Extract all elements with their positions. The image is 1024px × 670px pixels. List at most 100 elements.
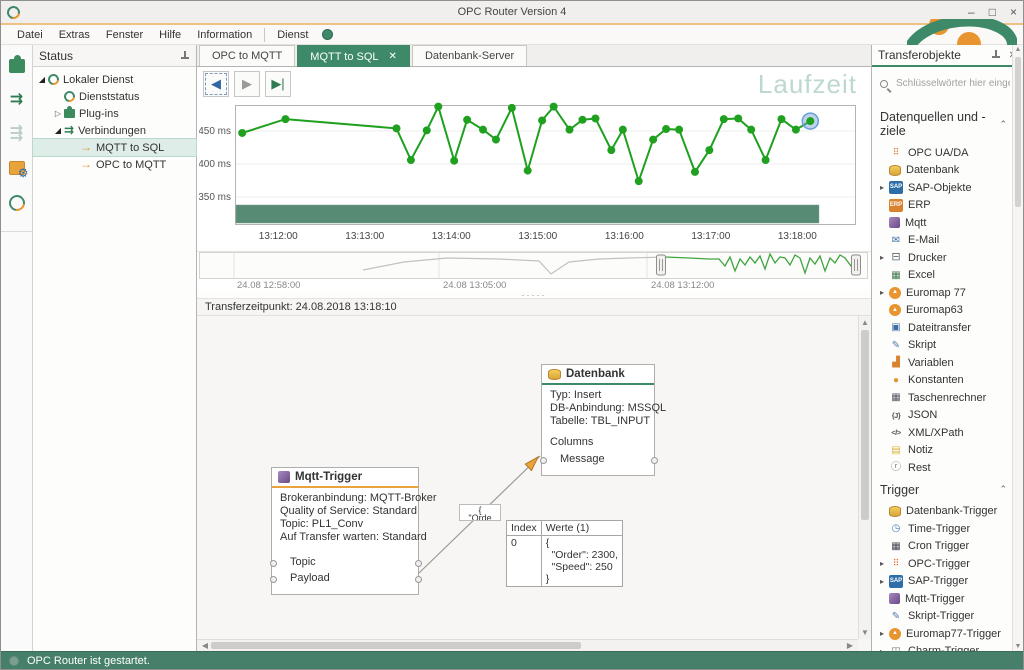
- tree-item-opc-to-mqtt[interactable]: → OPC to MQTT: [33, 156, 196, 173]
- tab-datenbank-server[interactable]: Datenbank-Server: [412, 45, 527, 66]
- scroll-thumb[interactable]: [861, 330, 869, 520]
- connections-icon[interactable]: ⇉: [10, 93, 23, 107]
- menu-extras[interactable]: Extras: [51, 27, 98, 43]
- transfer-item-skript[interactable]: ✎Skript: [880, 337, 1021, 355]
- transfer-item-mqtt[interactable]: Mqtt: [880, 214, 1021, 232]
- transfer-item-euromap63[interactable]: ▲Euromap63: [880, 302, 1021, 320]
- expander-icon[interactable]: ▸: [880, 559, 889, 568]
- port-message[interactable]: Message: [550, 452, 648, 467]
- scroll-thumb[interactable]: [1015, 57, 1021, 207]
- transfer-item-mqtt-trigger[interactable]: Mqtt-Trigger: [880, 590, 1021, 608]
- expander-icon[interactable]: ▸: [880, 577, 889, 586]
- tree-item-lokaler-dienst[interactable]: ◢ Lokaler Dienst: [33, 71, 196, 88]
- transfer-item-skript-trigger[interactable]: ✎Skript-Trigger: [880, 608, 1021, 626]
- tree-item-plugins[interactable]: ▷ Plug-ins: [33, 105, 196, 122]
- scroll-right-icon[interactable]: ▶: [844, 641, 856, 650]
- scroll-down-icon[interactable]: ▼: [859, 628, 871, 637]
- datenbank-node[interactable]: Datenbank Typ: Insert DB-Anbindung: MSSQ…: [541, 364, 655, 476]
- expander-icon[interactable]: ◢: [53, 126, 63, 135]
- step-forward-button[interactable]: ▶: [234, 71, 260, 97]
- mqtt-icon: [889, 593, 900, 604]
- transfer-item-variablen[interactable]: ▟Variablen: [880, 354, 1021, 372]
- maximize-button[interactable]: □: [989, 5, 996, 19]
- expander-icon[interactable]: ▸: [880, 183, 889, 192]
- expander-icon[interactable]: ▷: [53, 109, 63, 118]
- close-button[interactable]: ×: [1010, 5, 1017, 19]
- expander-icon[interactable]: ▸: [880, 288, 889, 297]
- panel-scrollbar[interactable]: ▲ ▼: [1012, 45, 1023, 651]
- transfer-item-excel[interactable]: ▦Excel: [880, 267, 1021, 285]
- transfer-item-sap-trigger[interactable]: ▸SAPSAP-Trigger: [880, 573, 1021, 591]
- calculator-icon: ▦: [889, 391, 903, 404]
- splitter-handle[interactable]: ·····: [197, 291, 871, 299]
- search-input[interactable]: [894, 77, 1012, 90]
- transfer-item-erp[interactable]: ERPERP: [880, 197, 1021, 215]
- port-topic[interactable]: Topic: [280, 555, 412, 570]
- tab-close-icon[interactable]: ✕: [389, 51, 397, 62]
- collapse-chevron-icon[interactable]: ⌃: [999, 484, 1007, 495]
- svg-text:400 ms: 400 ms: [199, 159, 231, 170]
- minimize-button[interactable]: –: [968, 5, 975, 19]
- menu-dienst[interactable]: Dienst: [269, 27, 316, 43]
- transfer-item-datenbank[interactable]: Datenbank: [880, 162, 1021, 180]
- transfer-item-taschenrechner[interactable]: ▦Taschenrechner: [880, 389, 1021, 407]
- expander-icon[interactable]: ◢: [37, 75, 47, 84]
- transfer-item-drucker[interactable]: ▸⊟Drucker: [880, 249, 1021, 267]
- transfer-item-charm-trigger[interactable]: ▸◫Charm-Trigger: [880, 643, 1021, 652]
- section-header[interactable]: Trigger⌃: [880, 483, 1021, 497]
- pin-icon[interactable]: [991, 50, 1001, 60]
- scroll-left-icon[interactable]: ◀: [199, 641, 211, 650]
- scroll-up-icon[interactable]: ▲: [859, 318, 871, 327]
- pin-icon[interactable]: [180, 51, 190, 61]
- project-settings-icon[interactable]: [9, 161, 25, 175]
- transfer-item-dateitransfer[interactable]: ▣Dateitransfer: [880, 319, 1021, 337]
- template-connections-icon[interactable]: ⇶: [10, 127, 23, 141]
- transfer-item-opc-trigger[interactable]: ▸⠿OPC-Trigger: [880, 555, 1021, 573]
- scroll-up-icon[interactable]: ▲: [1013, 46, 1023, 53]
- timeline-overview[interactable]: 24.08 12:58:0024.08 13:05:0024.08 13:12:…: [197, 251, 871, 291]
- expander-icon[interactable]: ▸: [880, 253, 889, 262]
- section-header[interactable]: Datenquellen und -ziele⌃: [880, 110, 1021, 138]
- flow-canvas[interactable]: Mqtt-Trigger Brokeranbindung: MQTT-Broke…: [197, 316, 871, 651]
- tab-mqtt-to-sql[interactable]: MQTT to SQL ✕: [297, 45, 410, 67]
- runtime-chart[interactable]: 450 ms400 ms350 ms13:12:0013:13:0013:14:…: [197, 101, 871, 251]
- calendar-icon: ▦: [889, 540, 903, 553]
- menu-information[interactable]: Information: [189, 27, 260, 43]
- plugins-icon[interactable]: [9, 59, 25, 73]
- menu-separator: [264, 28, 265, 42]
- port-payload[interactable]: Payload: [280, 571, 412, 586]
- transfer-item-konstanten[interactable]: ●Konstanten: [880, 372, 1021, 390]
- step-back-button[interactable]: ◀: [203, 71, 229, 97]
- transfer-item-euromap-77[interactable]: ▸▲Euromap 77: [880, 284, 1021, 302]
- skip-to-end-button[interactable]: ▶|: [265, 71, 291, 97]
- transfer-item-json[interactable]: {J}JSON: [880, 407, 1021, 425]
- flow-vertical-scrollbar[interactable]: ▲ ▼: [858, 316, 871, 639]
- opc-router-icon[interactable]: [5, 192, 27, 214]
- transfer-item-xml-xpath[interactable]: </>XML/XPath: [880, 424, 1021, 442]
- mqtt-trigger-node[interactable]: Mqtt-Trigger Brokeranbindung: MQTT-Broke…: [271, 467, 419, 595]
- col-index: Index: [507, 521, 542, 536]
- flow-horizontal-scrollbar[interactable]: ◀ ▶: [197, 639, 858, 651]
- collapse-chevron-icon[interactable]: ⌃: [999, 119, 1007, 130]
- transfer-item-datenbank-trigger[interactable]: Datenbank-Trigger: [880, 503, 1021, 521]
- xml-icon: </>: [889, 426, 903, 439]
- tab-opc-to-mqtt[interactable]: OPC to MQTT: [199, 45, 295, 66]
- menu-datei[interactable]: Datei: [9, 27, 51, 43]
- scroll-down-icon[interactable]: ▼: [1013, 643, 1023, 650]
- transfer-item-e-mail[interactable]: ✉E-Mail: [880, 232, 1021, 250]
- menu-fenster[interactable]: Fenster: [98, 27, 151, 43]
- transfer-item-time-trigger[interactable]: ◷Time-Trigger: [880, 520, 1021, 538]
- transfer-item-rest[interactable]: ⓡRest: [880, 459, 1021, 477]
- transfer-item-cron-trigger[interactable]: ▦Cron Trigger: [880, 538, 1021, 556]
- tree-item-verbindungen[interactable]: ◢ ⇉ Verbindungen: [33, 122, 196, 139]
- tree-item-mqtt-to-sql[interactable]: → MQTT to SQL: [33, 139, 196, 156]
- expander-icon[interactable]: ▸: [880, 629, 889, 638]
- transfer-item-opc-ua-da[interactable]: ⠿OPC UA/DA: [880, 144, 1021, 162]
- transfer-item-sap-objekte[interactable]: ▸SAPSAP-Objekte: [880, 179, 1021, 197]
- transfer-item-notiz[interactable]: ▤Notiz: [880, 442, 1021, 460]
- node-header: Mqtt-Trigger: [272, 468, 418, 488]
- menu-hilfe[interactable]: Hilfe: [151, 27, 189, 43]
- transfer-item-euromap77-trigger[interactable]: ▸▲Euromap77-Trigger: [880, 625, 1021, 643]
- scroll-thumb[interactable]: [211, 642, 581, 649]
- tree-item-dienststatus[interactable]: Dienststatus: [33, 88, 196, 105]
